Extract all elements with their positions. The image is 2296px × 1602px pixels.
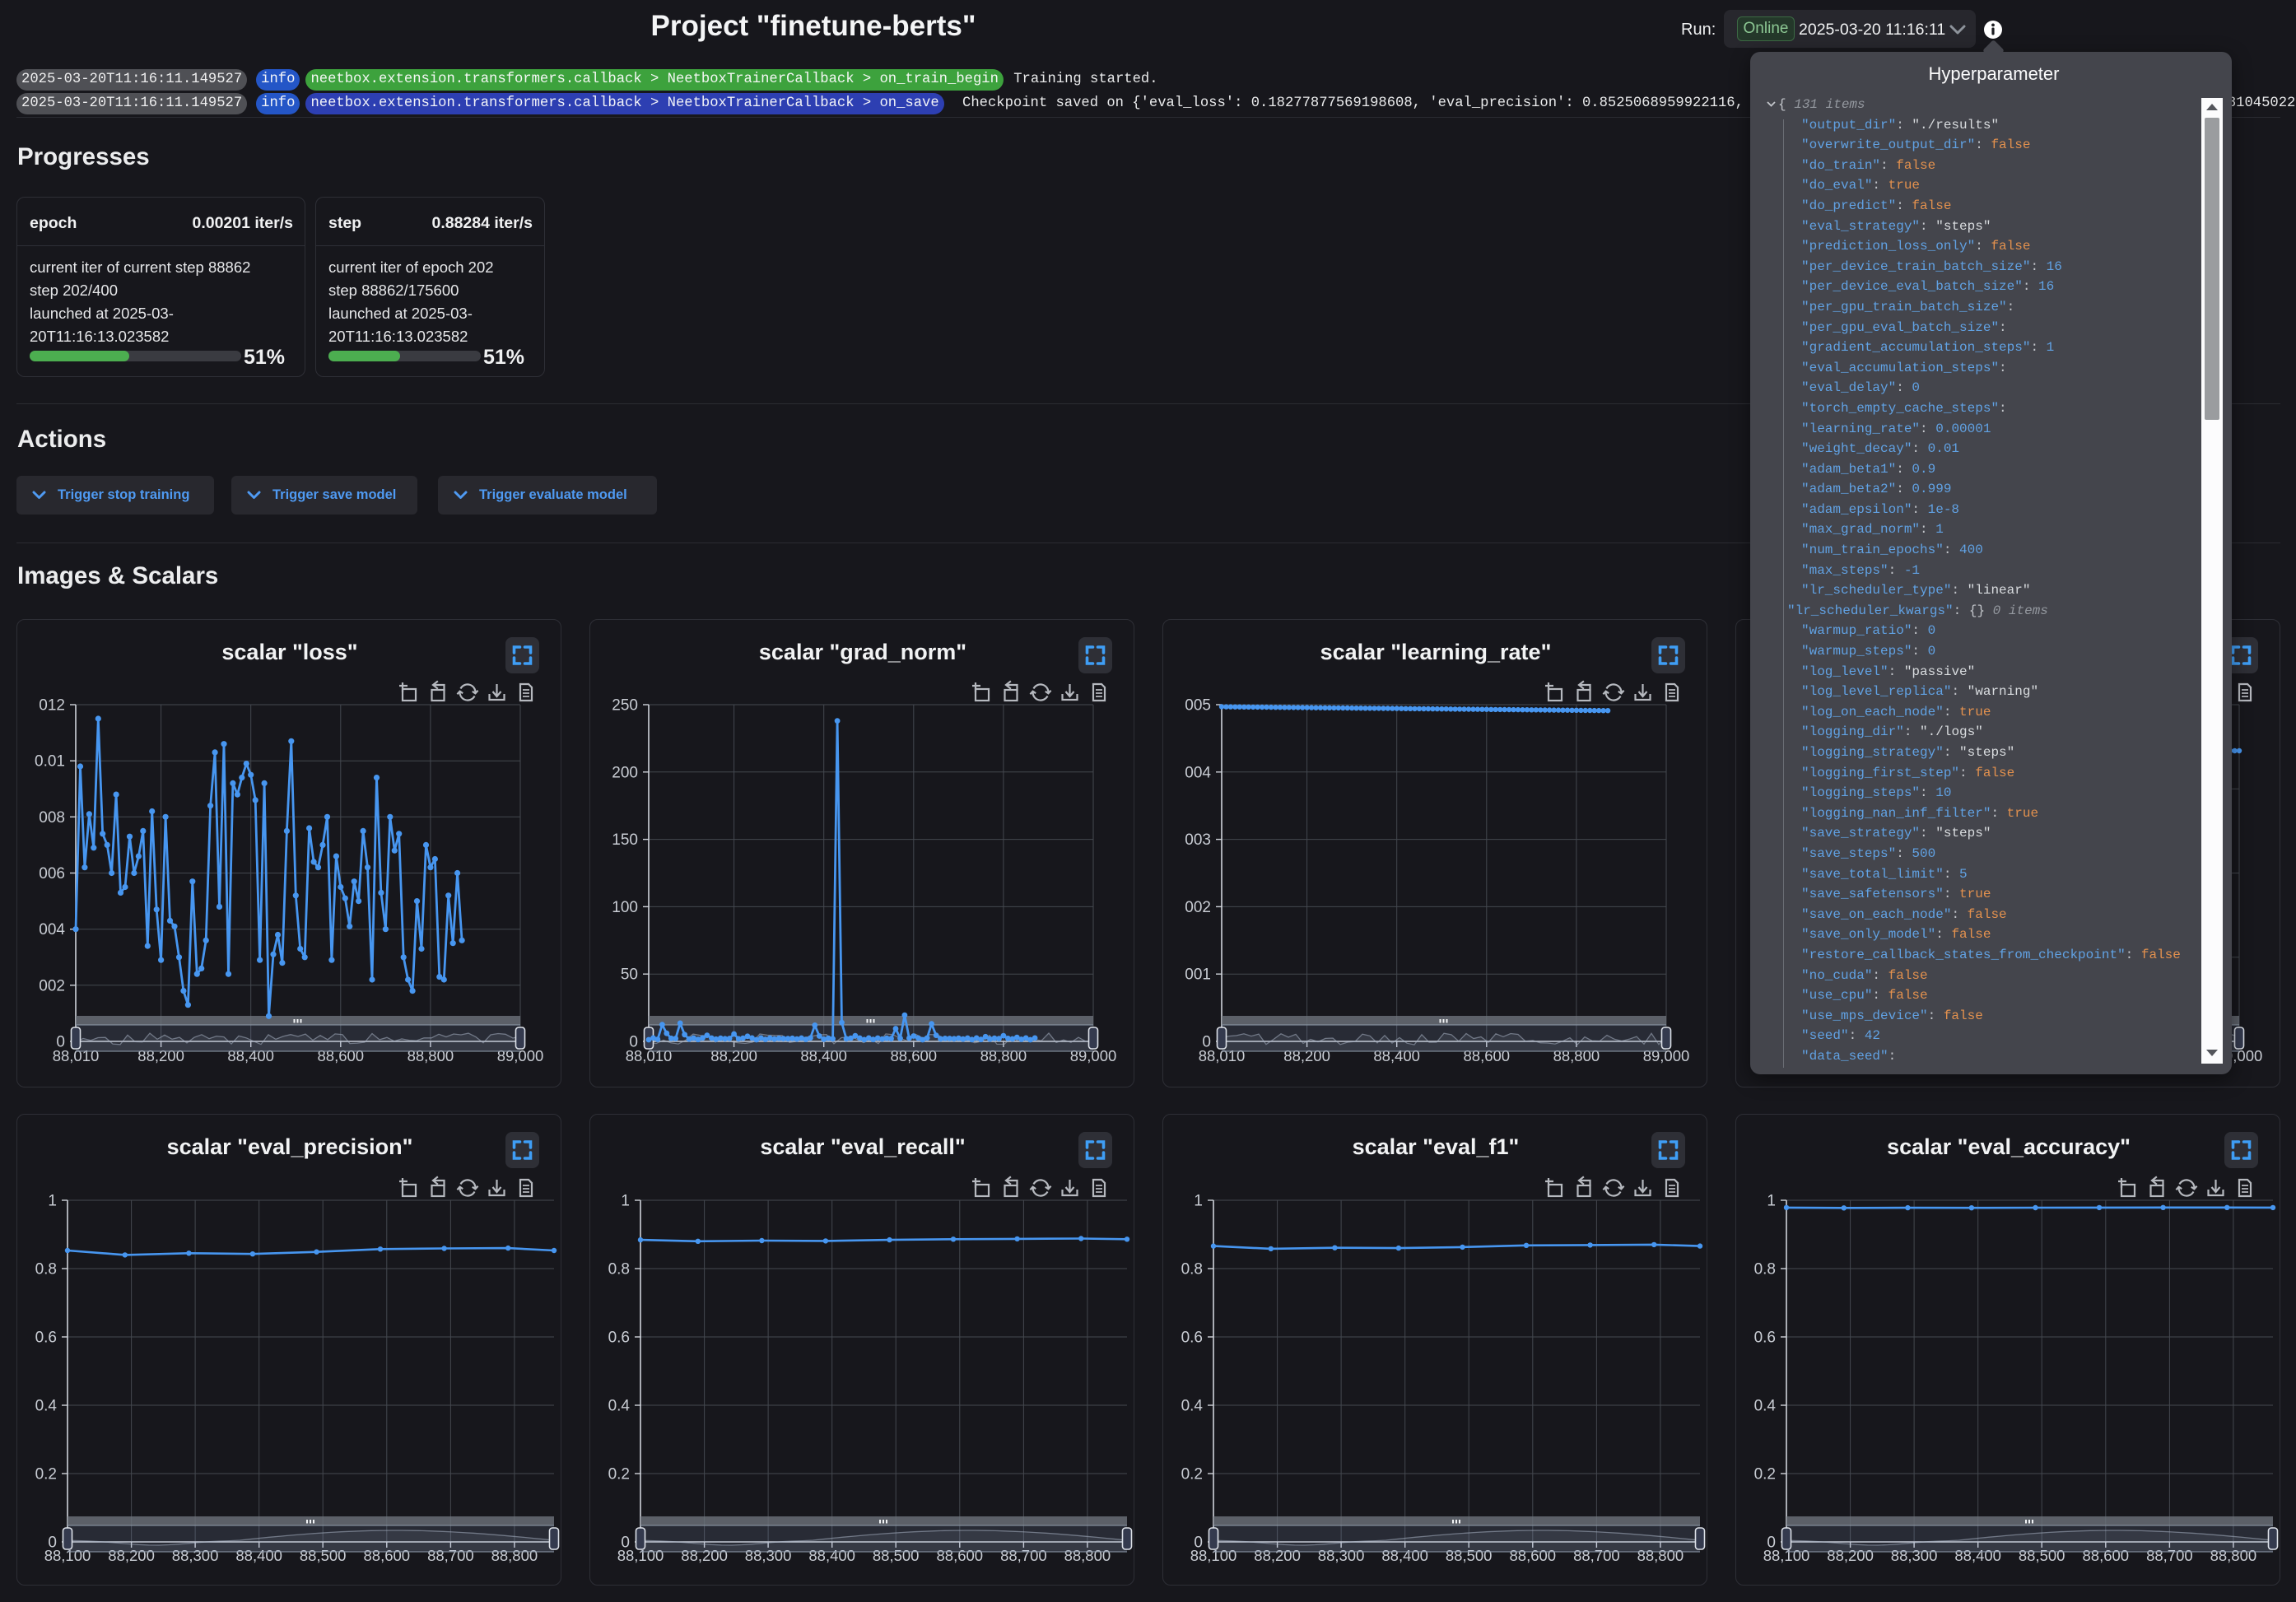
svg-text:0.2: 0.2 [608,1466,630,1483]
svg-text:scalar "eval_recall": scalar "eval_recall" [760,1134,965,1159]
svg-text:004: 004 [39,921,65,938]
svg-text:0.8: 0.8 [608,1261,630,1278]
svg-text:012: 012 [39,697,65,715]
svg-text:0.4: 0.4 [608,1398,631,1415]
svg-text:0.2: 0.2 [35,1466,57,1483]
svg-text:0.2: 0.2 [1754,1466,1776,1483]
svg-text:005: 005 [1185,697,1211,715]
svg-text:006: 006 [39,865,65,882]
svg-text:scalar "learning_rate": scalar "learning_rate" [1320,640,1552,664]
svg-text:scalar "eval_precision": scalar "eval_precision" [167,1134,413,1159]
svg-text:004: 004 [1185,764,1211,781]
svg-text:scalar "eval_accuracy": scalar "eval_accuracy" [1887,1134,2131,1159]
svg-text:002: 002 [39,977,65,994]
svg-text:scalar "loss": scalar "loss" [221,640,357,664]
svg-text:0.6: 0.6 [35,1330,57,1347]
svg-text:0.8: 0.8 [1754,1261,1776,1278]
svg-text:0.01: 0.01 [35,753,65,771]
svg-text:1: 1 [621,1193,630,1210]
svg-text:1: 1 [1767,1193,1776,1210]
svg-text:150: 150 [612,831,638,849]
svg-text:0.6: 0.6 [608,1330,630,1347]
svg-text:1: 1 [1194,1193,1203,1210]
svg-text:50: 50 [621,966,638,984]
svg-text:scalar "eval_f1": scalar "eval_f1" [1353,1134,1520,1159]
svg-text:250: 250 [612,697,638,715]
svg-text:0.8: 0.8 [1181,1261,1203,1278]
svg-text:001: 001 [1185,966,1211,984]
svg-text:0.4: 0.4 [1754,1398,1777,1415]
svg-text:scalar "grad_norm": scalar "grad_norm" [759,640,966,664]
svg-text:1: 1 [48,1193,57,1210]
svg-text:0.6: 0.6 [1181,1330,1203,1347]
svg-text:100: 100 [612,899,638,916]
svg-text:003: 003 [1185,831,1211,849]
svg-text:0.8: 0.8 [35,1261,57,1278]
svg-text:0.6: 0.6 [1754,1330,1776,1347]
svg-text:0.4: 0.4 [35,1398,58,1415]
svg-text:200: 200 [612,764,638,781]
svg-text:008: 008 [39,809,65,827]
svg-text:0.2: 0.2 [1181,1466,1203,1483]
svg-text:0.4: 0.4 [1181,1398,1204,1415]
svg-text:002: 002 [1185,899,1211,916]
